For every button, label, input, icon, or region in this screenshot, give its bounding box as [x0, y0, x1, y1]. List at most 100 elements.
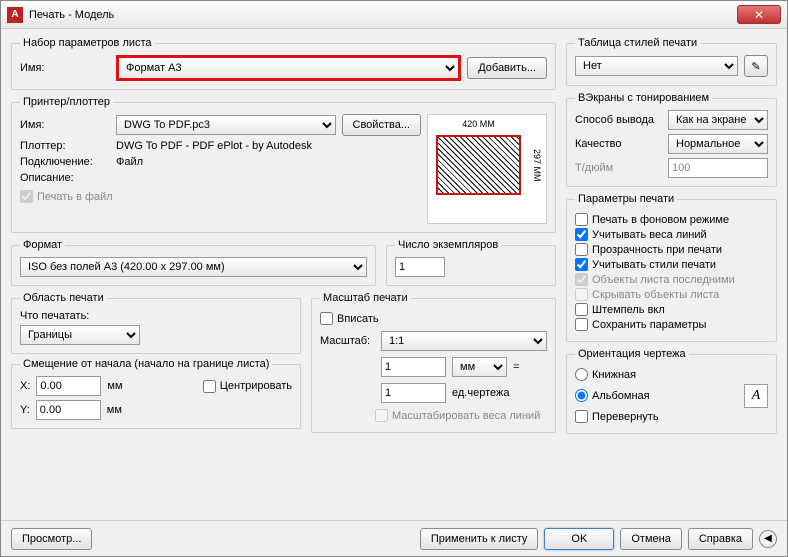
scale-group: Масштаб печати Вписать Масштаб: 1:1 мм = — [311, 292, 556, 433]
plot-styles-select[interactable]: Нет — [575, 56, 738, 76]
printer-name-label: Имя: — [20, 119, 110, 131]
quality-select[interactable]: Нормальное — [668, 134, 768, 154]
plot-area-group: Область печати Что печатать: Границы — [11, 292, 301, 354]
copies-input[interactable] — [395, 257, 445, 277]
fit-label: Вписать — [337, 313, 379, 325]
orientation-group: Ориентация чертежа Книжная Альбомная Пер… — [566, 348, 777, 434]
offset-y-label: Y: — [20, 404, 30, 416]
titlebar: A Печать - Модель ✕ — [1, 1, 787, 29]
window-title: Печать - Модель — [29, 9, 737, 21]
center-checkbox[interactable] — [203, 380, 216, 393]
quality-label: Качество — [575, 138, 662, 150]
center-label: Центрировать — [220, 380, 292, 392]
printer-legend: Принтер/плоттер — [20, 96, 113, 108]
preview-width-label: 420 MM — [436, 119, 521, 129]
stamp-checkbox[interactable] — [575, 303, 588, 316]
format-select[interactable]: ISO без полей A3 (420.00 x 297.00 мм) — [20, 257, 367, 277]
scale-legend: Масштаб печати — [320, 292, 411, 304]
scale-unit-input[interactable] — [381, 357, 446, 377]
scale-lw-checkbox — [375, 409, 388, 422]
what-to-plot-select[interactable]: Границы — [20, 325, 140, 345]
plot-styles-group: Таблица стилей печати Нет ✎ — [566, 37, 777, 86]
stamp-label: Штемпель вкл — [592, 304, 665, 316]
scale-drawing-input[interactable] — [381, 383, 446, 403]
collapse-icon[interactable]: ◀ — [759, 530, 777, 548]
print-to-file-checkbox — [20, 190, 33, 203]
dpi-input — [668, 158, 768, 178]
preview-paper — [436, 135, 521, 195]
plotter-label: Плоттер: — [20, 140, 110, 152]
scale-select[interactable]: 1:1 — [381, 331, 547, 351]
cancel-button[interactable]: Отмена — [620, 528, 681, 550]
page-setup-group: Набор параметров листа Имя: Формат А3 До… — [11, 37, 556, 90]
paperspace-last-label: Объекты листа последними — [592, 274, 735, 286]
lineweights-checkbox[interactable] — [575, 228, 588, 241]
bg-plot-checkbox[interactable] — [575, 213, 588, 226]
pencil-icon: ✎ — [751, 60, 760, 73]
save-changes-checkbox[interactable] — [575, 318, 588, 331]
offset-legend: Смещение от начала (начало на границе ли… — [20, 358, 272, 370]
offset-y-unit: мм — [107, 404, 122, 416]
viewports-legend: ВЭкраны с тонированием — [575, 92, 712, 104]
portrait-label: Книжная — [592, 369, 636, 381]
what-to-plot-label: Что печатать: — [20, 310, 292, 322]
connection-value: Файл — [116, 156, 143, 168]
viewports-group: ВЭкраны с тонированием Способ вывода Как … — [566, 92, 777, 187]
plot-styles-edit-button[interactable]: ✎ — [744, 55, 768, 77]
scale-unit-select[interactable]: мм — [452, 357, 507, 377]
plot-styles-opt-label: Учитывать стили печати — [592, 259, 716, 271]
printer-name-select[interactable]: DWG To PDF.pc3 — [116, 115, 336, 135]
dialog-footer: Просмотр... Применить к листу OK Отмена … — [1, 520, 787, 556]
upside-down-label: Перевернуть — [592, 411, 659, 423]
apply-to-layout-button[interactable]: Применить к листу — [420, 528, 539, 550]
hide-paperspace-checkbox — [575, 288, 588, 301]
printer-props-button[interactable]: Свойства... — [342, 114, 421, 136]
preview-height-label: 297 MM — [532, 135, 542, 195]
dpi-label: Т/дюйм — [575, 162, 662, 174]
offset-y-input[interactable] — [36, 400, 101, 420]
format-group: Формат ISO без полей A3 (420.00 x 297.00… — [11, 239, 376, 286]
transparency-label: Прозрачность при печати — [592, 244, 722, 256]
description-label: Описание: — [20, 172, 110, 184]
pageset-name-label: Имя: — [20, 62, 110, 74]
landscape-radio[interactable] — [575, 389, 588, 402]
plotter-value: DWG To PDF - PDF ePlot - by Autodesk — [116, 140, 312, 152]
fit-checkbox[interactable] — [320, 312, 333, 325]
format-legend: Формат — [20, 239, 65, 251]
paper-preview: 420 MM 297 MM — [427, 114, 547, 224]
scale-drawing-unit: ед.чертежа — [452, 387, 509, 399]
offset-x-input[interactable] — [36, 376, 101, 396]
lineweights-label: Учитывать веса линий — [592, 229, 707, 241]
page-setup-legend: Набор параметров листа — [20, 37, 155, 49]
plot-options-legend: Параметры печати — [575, 193, 677, 205]
scale-label: Масштаб: — [320, 335, 375, 347]
landscape-label: Альбомная — [592, 390, 650, 402]
shade-method-select[interactable]: Как на экране — [668, 110, 768, 130]
save-changes-label: Сохранить параметры — [592, 319, 706, 331]
connection-label: Подключение: — [20, 156, 110, 168]
pageset-name-select[interactable]: Формат А3 — [116, 55, 461, 81]
plot-options-group: Параметры печати Печать в фоновом режиме… — [566, 193, 777, 342]
hide-paperspace-label: Скрывать объекты листа — [592, 289, 719, 301]
plot-styles-checkbox[interactable] — [575, 258, 588, 271]
orientation-legend: Ориентация чертежа — [575, 348, 689, 360]
print-dialog: A Печать - Модель ✕ Набор параметров лис… — [0, 0, 788, 557]
ok-button[interactable]: OK — [544, 528, 614, 550]
transparency-checkbox[interactable] — [575, 243, 588, 256]
help-button[interactable]: Справка — [688, 528, 753, 550]
bg-plot-label: Печать в фоновом режиме — [592, 214, 729, 226]
print-to-file-label: Печать в файл — [37, 191, 113, 203]
scale-lw-label: Масштабировать веса линий — [392, 410, 540, 422]
portrait-radio[interactable] — [575, 368, 588, 381]
pageset-add-button[interactable]: Добавить... — [467, 57, 547, 79]
plot-styles-legend: Таблица стилей печати — [575, 37, 700, 49]
shade-method-label: Способ вывода — [575, 114, 662, 126]
app-icon: A — [7, 7, 23, 23]
copies-legend: Число экземпляров — [395, 239, 501, 251]
close-button[interactable]: ✕ — [737, 5, 781, 24]
paperspace-last-checkbox — [575, 273, 588, 286]
offset-x-unit: мм — [107, 380, 122, 392]
upside-down-checkbox[interactable] — [575, 410, 588, 423]
preview-button[interactable]: Просмотр... — [11, 528, 92, 550]
offset-group: Смещение от начала (начало на границе ли… — [11, 358, 301, 429]
